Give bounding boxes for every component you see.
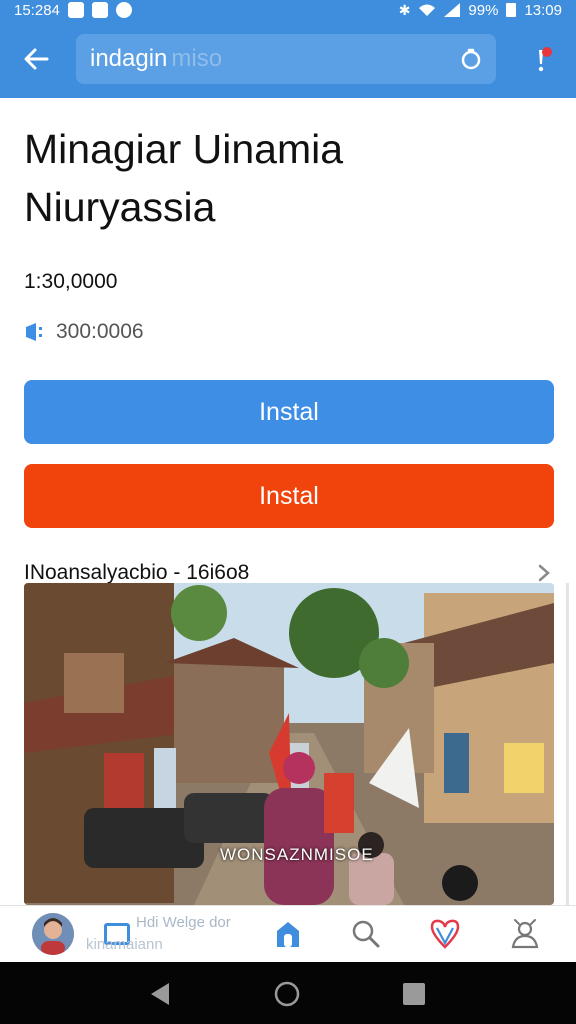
- battery-icon: [506, 3, 517, 17]
- status-time-left: 15:284: [14, 1, 60, 19]
- nav-chip-text-1: Hdi Welge dor: [136, 914, 231, 931]
- clear-icon[interactable]: [458, 46, 484, 72]
- home-icon[interactable]: [270, 916, 306, 952]
- avatar-portrait: [32, 913, 74, 955]
- next-screenshot-peek[interactable]: [566, 583, 576, 905]
- nav-app-chip[interactable]: Hdi Welge dor kinamaiann: [86, 912, 266, 956]
- install-button-label: Instal: [259, 397, 319, 426]
- nav-chip-text-2: kinamaiann: [86, 936, 163, 953]
- app-meta-secondary-row: 300:0006: [24, 320, 554, 344]
- app-title-line-1: Minagiar Uinamia: [24, 126, 344, 172]
- signal-icon: [444, 3, 461, 17]
- avatar[interactable]: [32, 913, 74, 955]
- profile-icon[interactable]: [507, 916, 543, 952]
- install-button-secondary-label: Instal: [259, 481, 319, 510]
- android-recents-icon[interactable]: [401, 981, 427, 1007]
- notification-alert-icon[interactable]: [526, 44, 556, 74]
- android-home-icon[interactable]: [274, 981, 300, 1007]
- chevron-right-icon: [538, 564, 550, 582]
- tag-icon: [26, 323, 42, 341]
- app-detail: Minagiar Uinamia Niuryassia 1:30,0000 30…: [24, 98, 554, 588]
- search-input-value[interactable]: indagin: [90, 45, 167, 73]
- search-ghost-text: miso: [171, 45, 223, 72]
- system-nav-bar: [0, 962, 576, 1024]
- bottom-nav: Hdi Welge dor kinamaiann: [0, 905, 576, 962]
- app-bar: indagin miso: [0, 20, 576, 98]
- back-arrow-icon: [24, 48, 49, 70]
- battery-percent: 99%: [468, 1, 499, 19]
- status-right: ✱ 99% 13:09: [399, 2, 562, 19]
- app-title-line-2: Niuryassia: [24, 184, 216, 230]
- search-input[interactable]: indagin miso: [76, 34, 496, 84]
- app-meta-value: 1:30,0000: [24, 270, 118, 293]
- wifi-icon: [419, 4, 436, 16]
- search-icon[interactable]: [348, 916, 384, 952]
- notification-chat-icon: [115, 2, 132, 18]
- install-button[interactable]: Instal: [24, 380, 554, 444]
- install-button-secondary[interactable]: Instal: [24, 464, 554, 528]
- screenshot-image[interactable]: WONSAZNMISOE: [24, 583, 554, 905]
- bluetooth-icon: ✱: [398, 1, 411, 18]
- screenshot-caption: WONSAZNMISOE: [220, 845, 374, 864]
- app-title: Minagiar Uinamia Niuryassia: [24, 120, 554, 236]
- status-left: 15:284: [14, 2, 132, 19]
- status-bar: 15:284 ✱ 99% 13:09: [0, 0, 576, 20]
- notification-settings-icon: [91, 2, 108, 18]
- section-label: INoansalyacbio - 16i6o8: [24, 561, 250, 584]
- heart-icon[interactable]: [427, 916, 463, 952]
- status-clock: 13:09: [524, 1, 562, 19]
- back-button[interactable]: [16, 39, 56, 79]
- android-back-icon[interactable]: [147, 981, 173, 1007]
- app-meta-secondary: 300:0006: [56, 320, 144, 343]
- notification-app-icon: [67, 2, 84, 18]
